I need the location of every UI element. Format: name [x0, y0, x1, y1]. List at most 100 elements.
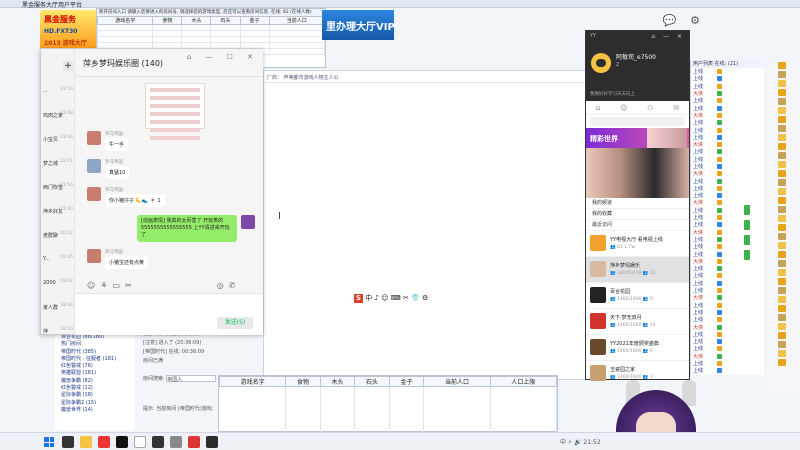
- user-row[interactable]: 上线: [691, 331, 764, 338]
- window-controls[interactable]: ⌂ — ☐ ✕: [187, 53, 259, 61]
- scissors-icon[interactable]: ✂: [125, 281, 137, 290]
- ime-toolbar[interactable]: S 中 ♪ ☺ ⌨ ✂ 👕 ⚙: [354, 293, 428, 303]
- folder-icon[interactable]: [80, 436, 92, 448]
- col-header[interactable]: 石头: [210, 16, 241, 25]
- room-tree-item[interactable]: 英雄联盟 (181): [55, 369, 135, 376]
- conversation-item[interactable]: Y... 19:45: [41, 253, 75, 277]
- avatar[interactable]: [87, 131, 101, 145]
- room-tree-item[interactable]: 红色警戒 (76): [55, 362, 135, 369]
- app-icon[interactable]: [188, 436, 200, 448]
- group-icon[interactable]: ⚇: [647, 104, 653, 112]
- window-controls[interactable]: ⌂ — ✕: [651, 33, 685, 40]
- tiktok-icon[interactable]: [116, 436, 128, 448]
- user-row[interactable]: 上线: [691, 287, 764, 294]
- conversation-item[interactable]: 鸡肉之家 23:48: [41, 109, 75, 133]
- folder-icon[interactable]: ▭: [113, 281, 126, 290]
- user-row[interactable]: 上线: [691, 177, 764, 185]
- user-row[interactable]: 上线: [691, 280, 764, 287]
- avatar[interactable]: [87, 159, 101, 173]
- user-row[interactable]: 上线: [691, 250, 764, 258]
- user-row[interactable]: 上线: [691, 367, 764, 374]
- user-row[interactable]: 上线: [691, 265, 764, 272]
- favorite-icon[interactable]: ⚘: [100, 281, 112, 290]
- room-search-input[interactable]: 帝国人: [166, 375, 217, 383]
- user-row[interactable]: 大侠: [691, 229, 764, 236]
- conversation-item[interactable]: 萍乡好友 21:30: [41, 205, 75, 229]
- own-message-bubble[interactable]: [动画表情] 我真的太厉害了 开玩笑的 5555555555555555 上YY…: [137, 215, 237, 242]
- user-row[interactable]: 上线: [691, 68, 764, 75]
- system-tray[interactable]: 中 ⚡ 🔊 21:52: [560, 437, 601, 446]
- col-header[interactable]: 金子: [239, 16, 270, 25]
- room-tree-item[interactable]: 星际争霸2 (15): [55, 399, 135, 406]
- featured-photo[interactable]: [586, 148, 689, 198]
- col-header[interactable]: 当前人口: [423, 376, 491, 387]
- user-row[interactable]: 上线: [691, 221, 764, 228]
- user-row[interactable]: 大侠: [691, 323, 764, 331]
- col-header[interactable]: 食物: [152, 16, 183, 25]
- user-row[interactable]: 上线: [691, 134, 764, 141]
- menu-my-favorites[interactable]: 我的收藏: [586, 209, 689, 220]
- user-row[interactable]: 上线: [691, 119, 764, 126]
- user-row[interactable]: 上线: [691, 302, 764, 309]
- user-row[interactable]: 上线: [691, 243, 764, 250]
- room-tree-item[interactable]: 帝国时代 - 征服者 (181): [55, 355, 135, 362]
- room-tree-item[interactable]: 魔兽世界 (14): [55, 406, 135, 413]
- col-header[interactable]: 木头: [319, 376, 356, 387]
- app-icon[interactable]: [206, 436, 218, 448]
- user-row[interactable]: 上线: [691, 192, 764, 199]
- user-row[interactable]: 大侠: [691, 90, 764, 97]
- col-header[interactable]: 游戏名字: [96, 16, 154, 25]
- col-header[interactable]: 当前人口: [268, 16, 326, 25]
- app-icon[interactable]: [98, 436, 110, 448]
- user-row[interactable]: 大侠: [691, 258, 764, 265]
- col-header[interactable]: 木头: [181, 16, 212, 25]
- user-row[interactable]: 大侠: [691, 112, 764, 119]
- conversation-item[interactable]: ... 23:53: [41, 85, 75, 109]
- send-button[interactable]: 发送(S): [217, 317, 253, 329]
- user-row[interactable]: 上线: [691, 75, 764, 82]
- user-row[interactable]: 上线: [691, 83, 764, 90]
- promo-banner[interactable]: 精彩世界: [586, 128, 689, 148]
- conversation-item[interactable]: 小宝贝 23:44: [41, 133, 75, 157]
- user-row[interactable]: 上线: [691, 360, 764, 367]
- add-icon[interactable]: +: [63, 61, 73, 71]
- image-message[interactable]: [145, 83, 205, 140]
- room-tree-item[interactable]: 红色警戒 (12): [55, 384, 135, 391]
- user-row[interactable]: 大侠: [691, 353, 764, 360]
- app-icon[interactable]: [152, 436, 164, 448]
- user-row[interactable]: 上线: [691, 185, 764, 192]
- vip-banner[interactable]: 里办理大厅VIP: [322, 10, 394, 40]
- search-icon[interactable]: [62, 436, 74, 448]
- video-icon[interactable]: ◎: [217, 281, 229, 290]
- user-row[interactable]: 上线: [691, 309, 764, 316]
- room-item[interactable]: 萍乡梦玛娱乐 👥 140/50178 👥 11: [586, 257, 689, 283]
- user-row[interactable]: 大侠: [691, 294, 764, 301]
- user-row[interactable]: 大侠: [691, 141, 764, 148]
- conversation-item[interactable]: 萍 18:20: [41, 325, 75, 349]
- avatar[interactable]: [591, 53, 611, 73]
- room-tree-item[interactable]: 魔兽争霸 (82): [55, 377, 135, 384]
- phone-icon[interactable]: ✆: [229, 281, 241, 290]
- avatar[interactable]: [241, 215, 255, 229]
- col-header[interactable]: 人口上限: [489, 376, 558, 387]
- chat-icon[interactable]: 💬: [663, 14, 677, 27]
- user-row[interactable]: 大侠: [691, 170, 764, 177]
- user-row[interactable]: 上线: [691, 163, 764, 170]
- message-bubble[interactable]: 你小猪仔子 🦶👟 🍷 1: [105, 194, 165, 207]
- user-row[interactable]: 上线: [691, 345, 764, 352]
- message-input[interactable]: 发送(S): [75, 293, 263, 335]
- user-row[interactable]: 上线: [691, 104, 764, 112]
- room-item[interactable]: 百合花园 👥 1460/1600 👥 0: [586, 283, 689, 309]
- home-icon[interactable]: ⌂: [596, 104, 600, 112]
- avatar[interactable]: [87, 249, 101, 263]
- col-header[interactable]: 食物: [285, 376, 321, 387]
- conversation-item[interactable]: 西门吹雪 21:56: [41, 181, 75, 205]
- user-row[interactable]: 上线: [691, 156, 764, 163]
- user-row[interactable]: 上线: [691, 97, 764, 104]
- signature[interactable]: 我要好好学习天天向上: [590, 91, 635, 97]
- conversation-item[interactable]: 家人群 18:44: [41, 301, 75, 325]
- app-icon[interactable]: [134, 436, 146, 448]
- conversation-item[interactable]: 梦之城 22:01: [41, 157, 75, 181]
- user-row[interactable]: 上线: [691, 236, 764, 243]
- user-row[interactable]: 大侠: [691, 199, 764, 206]
